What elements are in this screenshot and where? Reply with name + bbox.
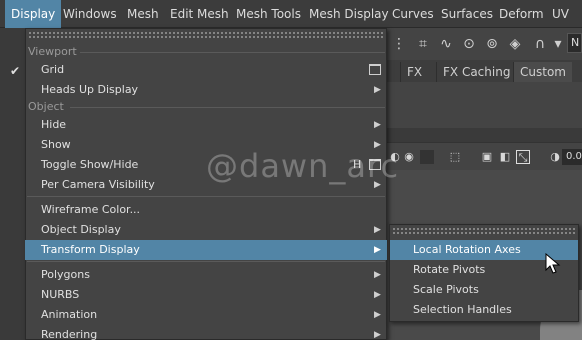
menu-item-heads-up-display[interactable]: Heads Up Display ▶ xyxy=(25,80,387,100)
menu-item-label: Transform Display xyxy=(41,243,140,256)
chevron-down-icon[interactable]: ▾ xyxy=(548,34,568,54)
section-divider xyxy=(70,107,385,108)
snap-view-icon[interactable]: ⊚ xyxy=(482,34,502,54)
menubar: Display Windows Mesh Edit Mesh Mesh Tool… xyxy=(0,0,582,28)
submenu-arrow-icon: ▶ xyxy=(374,245,381,255)
submenu-item-label: Scale Pivots xyxy=(413,283,479,296)
submenu-arrow-icon: ▶ xyxy=(374,330,381,340)
toolbar-separator-icon: ⋮ xyxy=(392,36,406,52)
menu-curves[interactable]: Curves xyxy=(386,0,440,28)
isolate-select-icon[interactable]: ⬚ xyxy=(448,150,462,164)
menu-mesh-display[interactable]: Mesh Display xyxy=(303,0,395,28)
snap-point-icon[interactable]: ⊙ xyxy=(459,34,479,54)
menu-item-label: Hide xyxy=(41,118,67,131)
submenu-arrow-icon: ▶ xyxy=(374,120,381,130)
section-header-viewport: Viewport xyxy=(28,45,77,58)
submenu-item-label: Selection Handles xyxy=(413,303,512,316)
snap-grid-icon[interactable]: ⌗ xyxy=(413,34,433,54)
shelf-area xyxy=(387,82,582,128)
submenu-item-scale-pivots[interactable]: Scale Pivots xyxy=(390,280,578,300)
ambient-occlusion-icon[interactable] xyxy=(420,150,434,164)
shadow-icon[interactable]: ◉ xyxy=(402,150,416,164)
submenu-arrow-icon: ▶ xyxy=(374,225,381,235)
menu-item-polygons[interactable]: Polygons ▶ xyxy=(25,265,387,285)
snap-surface-icon[interactable]: ◈ xyxy=(505,34,525,54)
menu-separator xyxy=(27,261,385,262)
menu-item-wireframe-color[interactable]: Wireframe Color... xyxy=(25,200,387,220)
mouse-cursor-icon xyxy=(545,253,561,274)
exposure-value[interactable]: 0.0 xyxy=(562,149,582,165)
menu-item-rendering[interactable]: Rendering ▶ xyxy=(25,325,387,340)
menu-item-animation[interactable]: Animation ▶ xyxy=(25,305,387,325)
menu-mesh[interactable]: Mesh xyxy=(121,0,165,28)
submenu-arrow-icon: ▶ xyxy=(374,85,381,95)
menu-item-label: NURBS xyxy=(41,288,80,301)
menu-item-label: Animation xyxy=(41,308,98,321)
menu-item-label: Heads Up Display xyxy=(41,83,139,96)
snap-curve-icon[interactable]: ∿ xyxy=(436,34,456,54)
menu-item-nurbs[interactable]: NURBS ▶ xyxy=(25,285,387,305)
magnet-icon[interactable]: ∩ xyxy=(530,34,550,54)
menu-deform[interactable]: Deform xyxy=(493,0,550,28)
menu-separator xyxy=(27,196,385,197)
menu-item-label: Wireframe Color... xyxy=(41,203,141,216)
menu-item-hide[interactable]: Hide ▶ xyxy=(25,115,387,135)
menu-display[interactable]: Display xyxy=(5,0,62,28)
xray-icon[interactable]: ▣ xyxy=(480,150,494,164)
tab-custom[interactable]: Custom xyxy=(513,62,572,82)
section-header-object: Object xyxy=(28,100,64,113)
submenu-item-selection-handles[interactable]: Selection Handles xyxy=(390,300,578,320)
tab-fx-caching[interactable]: FX Caching xyxy=(436,62,516,82)
xray-active-icon[interactable]: ⤡ xyxy=(516,150,530,164)
menu-item-transform-display[interactable]: Transform Display ▶ xyxy=(25,240,387,260)
submenu-arrow-icon: ▶ xyxy=(374,270,381,280)
submenu-arrow-icon: ▶ xyxy=(374,290,381,300)
menu-item-label: Grid xyxy=(41,63,65,76)
submenu-item-label: Local Rotation Axes xyxy=(413,243,521,256)
section-divider xyxy=(80,52,385,53)
menu-item-label: Polygons xyxy=(41,268,90,281)
menu-edit-mesh[interactable]: Edit Mesh xyxy=(164,0,235,28)
menu-uv[interactable]: UV xyxy=(546,0,575,28)
xray-joints-icon[interactable]: ◧ xyxy=(498,150,512,164)
watermark: @dawn_arc xyxy=(206,147,400,185)
menu-item-label: Toggle Show/Hide xyxy=(41,158,139,171)
option-box-icon[interactable] xyxy=(369,64,381,75)
menu-surfaces[interactable]: Surfaces xyxy=(435,0,499,28)
menu-item-grid[interactable]: Grid xyxy=(25,60,387,80)
menu-item-label: Object Display xyxy=(41,223,121,236)
tearoff-handle[interactable] xyxy=(28,31,384,39)
name-field[interactable]: N xyxy=(567,33,582,53)
menu-windows[interactable]: Windows xyxy=(57,0,123,28)
menu-item-label: Rendering xyxy=(41,328,98,340)
exposure-icon[interactable]: ◑ xyxy=(548,150,562,164)
tab-fx[interactable]: FX xyxy=(400,62,428,82)
menu-item-label: Per Camera Visibility xyxy=(41,178,155,191)
submenu-item-label: Rotate Pivots xyxy=(413,263,486,276)
submenu-arrow-icon: ▶ xyxy=(374,310,381,320)
menu-item-object-display[interactable]: Object Display ▶ xyxy=(25,220,387,240)
menu-item-label: Show xyxy=(41,138,71,151)
tearoff-handle[interactable] xyxy=(392,227,576,235)
checkmark-icon: ✔ xyxy=(10,64,21,78)
menu-mesh-tools[interactable]: Mesh Tools xyxy=(230,0,307,28)
